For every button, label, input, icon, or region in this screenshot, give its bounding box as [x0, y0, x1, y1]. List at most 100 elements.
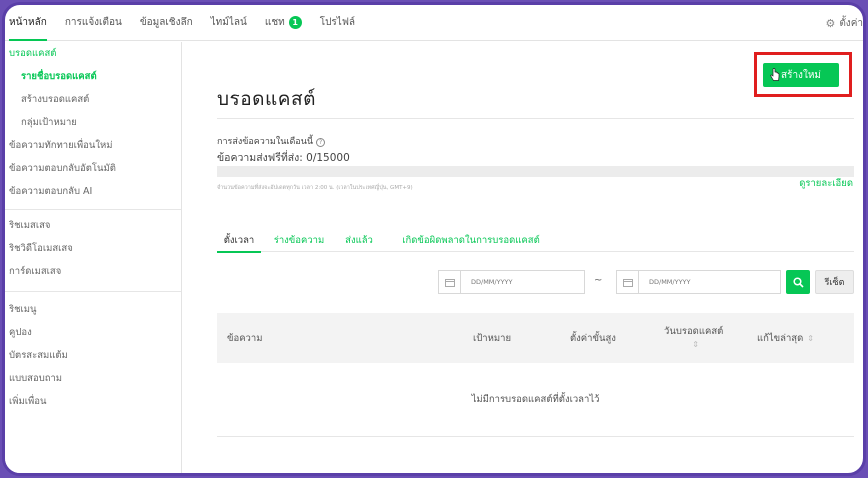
empty-state: ไม่มีการบรอดแคสต์ที่ตั้งเวลาไว้: [217, 363, 854, 437]
sidebar-group-rich: ริชเมสเสจ ริชวิดีโอเมสเสจ การ์ดเมสเสจ: [5, 210, 181, 292]
nav-profile-label: โปรไฟล์: [319, 17, 356, 28]
search-icon: [792, 276, 804, 288]
create-button-highlight: สร้างใหม่: [754, 52, 852, 97]
quota-update-note: จำนวนข้อความที่ส่งจะอัปเดตทุกวัน เวลา 2:…: [217, 185, 413, 191]
view-details-link[interactable]: ดูรายละเอียด: [799, 176, 853, 191]
info-icon[interactable]: ?: [316, 138, 326, 147]
search-button[interactable]: [786, 270, 810, 294]
sidebar-group-messaging: บรอดแคสต์ รายชื่อบรอดแคสต์ สร้างบรอดแคสต…: [5, 42, 181, 210]
column-advanced-settings: ตั้งค่าขั้นสูง: [570, 313, 616, 363]
sidebar-item-label: ริชเมนู: [9, 304, 37, 315]
column-target-label: เป้าหมาย: [473, 332, 512, 344]
sidebar-item-greeting[interactable]: ข้อความทักทายเพื่อนใหม่: [5, 134, 181, 157]
calendar-icon[interactable]: [617, 271, 639, 293]
sidebar-item-label: รายชื่อบรอดแคสต์: [21, 71, 97, 82]
sidebar-item-reward-card[interactable]: บัตรสะสมแต้ม: [5, 344, 181, 367]
gear-icon: ⚙: [825, 16, 836, 30]
sidebar-item-broadcast[interactable]: บรอดแคสต์: [5, 42, 181, 65]
sort-icon: ⇕: [692, 340, 699, 349]
tab-failed[interactable]: เกิดข้อผิดพลาดในการบรอดแคสต์: [381, 228, 561, 252]
sidebar-item-ai-response[interactable]: ข้อความตอบกลับ AI: [5, 180, 181, 203]
reset-button[interactable]: รีเซ็ต: [815, 270, 854, 294]
nav-home[interactable]: หน้าหลัก: [9, 5, 47, 41]
sidebar-item-create-broadcast[interactable]: สร้างบรอดแคสต์: [5, 88, 181, 111]
nav-chat-label: แชท: [264, 17, 285, 28]
sidebar-item-label: การ์ดเมสเสจ: [9, 266, 62, 277]
tab-sent[interactable]: ส่งแล้ว: [337, 228, 381, 252]
monthly-quota-label: การส่งข้อความในเดือนนี้?: [217, 134, 326, 148]
column-message-label: ข้อความ: [227, 332, 263, 344]
tab-label: ตั้งเวลา: [223, 234, 255, 246]
column-broadcast-date-label: วันบรอดแคสต์: [664, 326, 724, 337]
nav-home-label: หน้าหลัก: [9, 17, 47, 28]
sidebar-item-label: ข้อความทักทายเพื่อนใหม่: [9, 140, 113, 151]
sidebar-item-add-friend[interactable]: เพิ่มเพื่อน: [5, 390, 181, 413]
nav-timeline[interactable]: ไทม์ไลน์: [211, 5, 247, 41]
nav-profile[interactable]: โปรไฟล์: [320, 5, 355, 41]
nav-chat[interactable]: แชท 1: [265, 5, 302, 41]
sidebar-item-label: แบบสอบถาม: [9, 373, 63, 384]
tab-drafts[interactable]: ร่างข้อความ: [261, 228, 337, 252]
page-title: บรอดแคสต์: [217, 88, 316, 110]
sidebar-item-audience[interactable]: กลุ่มเป้าหมาย: [5, 111, 181, 134]
sidebar-item-label: ริชวิดีโอเมสเสจ: [9, 243, 73, 254]
sidebar: บรอดแคสต์ รายชื่อบรอดแคสต์ สร้างบรอดแคสต…: [5, 42, 182, 473]
broadcast-tabs: ตั้งเวลา ร่างข้อความ ส่งแล้ว เกิดข้อผิดพ…: [217, 228, 854, 253]
calendar-icon[interactable]: [439, 271, 461, 293]
sidebar-item-label: บรอดแคสต์: [9, 48, 57, 59]
column-last-edited[interactable]: แก้ไขล่าสุด ⇕: [757, 313, 814, 363]
quota-progress-bar: [217, 166, 854, 177]
column-last-edited-label: แก้ไขล่าสุด: [757, 332, 804, 344]
main-content: บรอดแคสต์ สร้างใหม่ การส่งข้อความในเดือน…: [183, 42, 863, 473]
column-advanced-label: ตั้งค่าขั้นสูง: [570, 332, 616, 344]
sidebar-item-auto-response[interactable]: ข้อความตอบกลับอัตโนมัติ: [5, 157, 181, 180]
reset-label: รีเซ็ต: [824, 278, 845, 288]
broadcast-table: ข้อความ เป้าหมาย ตั้งค่าขั้นสูง วันบรอดแ…: [217, 313, 854, 437]
sidebar-item-label: กลุ่มเป้าหมาย: [21, 117, 77, 128]
sidebar-item-rich-menu[interactable]: ริชเมนู: [5, 298, 181, 321]
settings-label: ตั้งค่า: [839, 17, 863, 29]
hand-cursor-icon: [770, 68, 780, 81]
column-message: ข้อความ: [227, 313, 263, 363]
nav-notifications[interactable]: การแจ้งเตือน: [65, 5, 122, 41]
header-divider: [217, 118, 854, 119]
sidebar-item-card-message[interactable]: การ์ดเมสเสจ: [5, 260, 181, 283]
top-nav: หน้าหลัก การแจ้งเตือน ข้อมูลเชิงลึก ไทม์…: [5, 5, 863, 41]
tab-label: ส่งแล้ว: [345, 234, 373, 246]
app-frame: หน้าหลัก การแจ้งเตือน ข้อมูลเชิงลึก ไทม์…: [2, 2, 866, 476]
date-to-field: [616, 270, 781, 294]
date-from-field: [438, 270, 585, 294]
sidebar-item-rich-message[interactable]: ริชเมสเสจ: [5, 214, 181, 237]
sidebar-group-tools: ริชเมนู คูปอง บัตรสะสมแต้ม แบบสอบถาม เพิ…: [5, 292, 181, 413]
tab-label: ร่างข้อความ: [273, 234, 325, 246]
date-from-input[interactable]: [461, 278, 581, 286]
sort-icon: ⇕: [807, 333, 814, 343]
sidebar-item-label: ข้อความตอบกลับ AI: [9, 186, 93, 197]
nav-notifications-label: การแจ้งเตือน: [64, 17, 122, 28]
column-target: เป้าหมาย: [473, 313, 511, 363]
column-broadcast-date[interactable]: วันบรอดแคสต์ ⇕: [664, 313, 723, 363]
sidebar-item-label: คูปอง: [9, 327, 32, 338]
sidebar-item-label: เพิ่มเพื่อน: [9, 396, 47, 407]
table-header: ข้อความ เป้าหมาย ตั้งค่าขั้นสูง วันบรอดแ…: [217, 313, 854, 363]
free-messages-count: ข้อความส่งฟรีที่ส่ง: 0/15000: [217, 152, 350, 164]
sidebar-item-label: ข้อความตอบกลับอัตโนมัติ: [9, 163, 116, 174]
chat-unread-badge: 1: [288, 16, 302, 29]
sidebar-item-coupon[interactable]: คูปอง: [5, 321, 181, 344]
sidebar-item-broadcast-list[interactable]: รายชื่อบรอดแคสต์: [5, 65, 181, 88]
sidebar-item-label: สร้างบรอดแคสต์: [21, 94, 90, 105]
monthly-quota-text: การส่งข้อความในเดือนนี้: [217, 137, 314, 147]
nav-insights[interactable]: ข้อมูลเชิงลึก: [140, 5, 193, 41]
settings-link[interactable]: ⚙ ตั้งค่า: [825, 5, 863, 41]
nav-timeline-label: ไทม์ไลน์: [210, 17, 247, 28]
tab-label: เกิดข้อผิดพลาดในการบรอดแคสต์: [402, 234, 540, 246]
sidebar-item-rich-video[interactable]: ริชวิดีโอเมสเสจ: [5, 237, 181, 260]
date-range-separator: ~: [594, 275, 603, 286]
sidebar-item-label: ริชเมสเสจ: [9, 220, 51, 231]
create-new-label: สร้างใหม่: [780, 69, 822, 81]
tab-scheduled[interactable]: ตั้งเวลา: [217, 228, 261, 253]
sidebar-item-label: บัตรสะสมแต้ม: [9, 350, 68, 361]
nav-insights-label: ข้อมูลเชิงลึก: [139, 17, 193, 28]
sidebar-item-survey[interactable]: แบบสอบถาม: [5, 367, 181, 390]
date-to-input[interactable]: [639, 278, 759, 286]
